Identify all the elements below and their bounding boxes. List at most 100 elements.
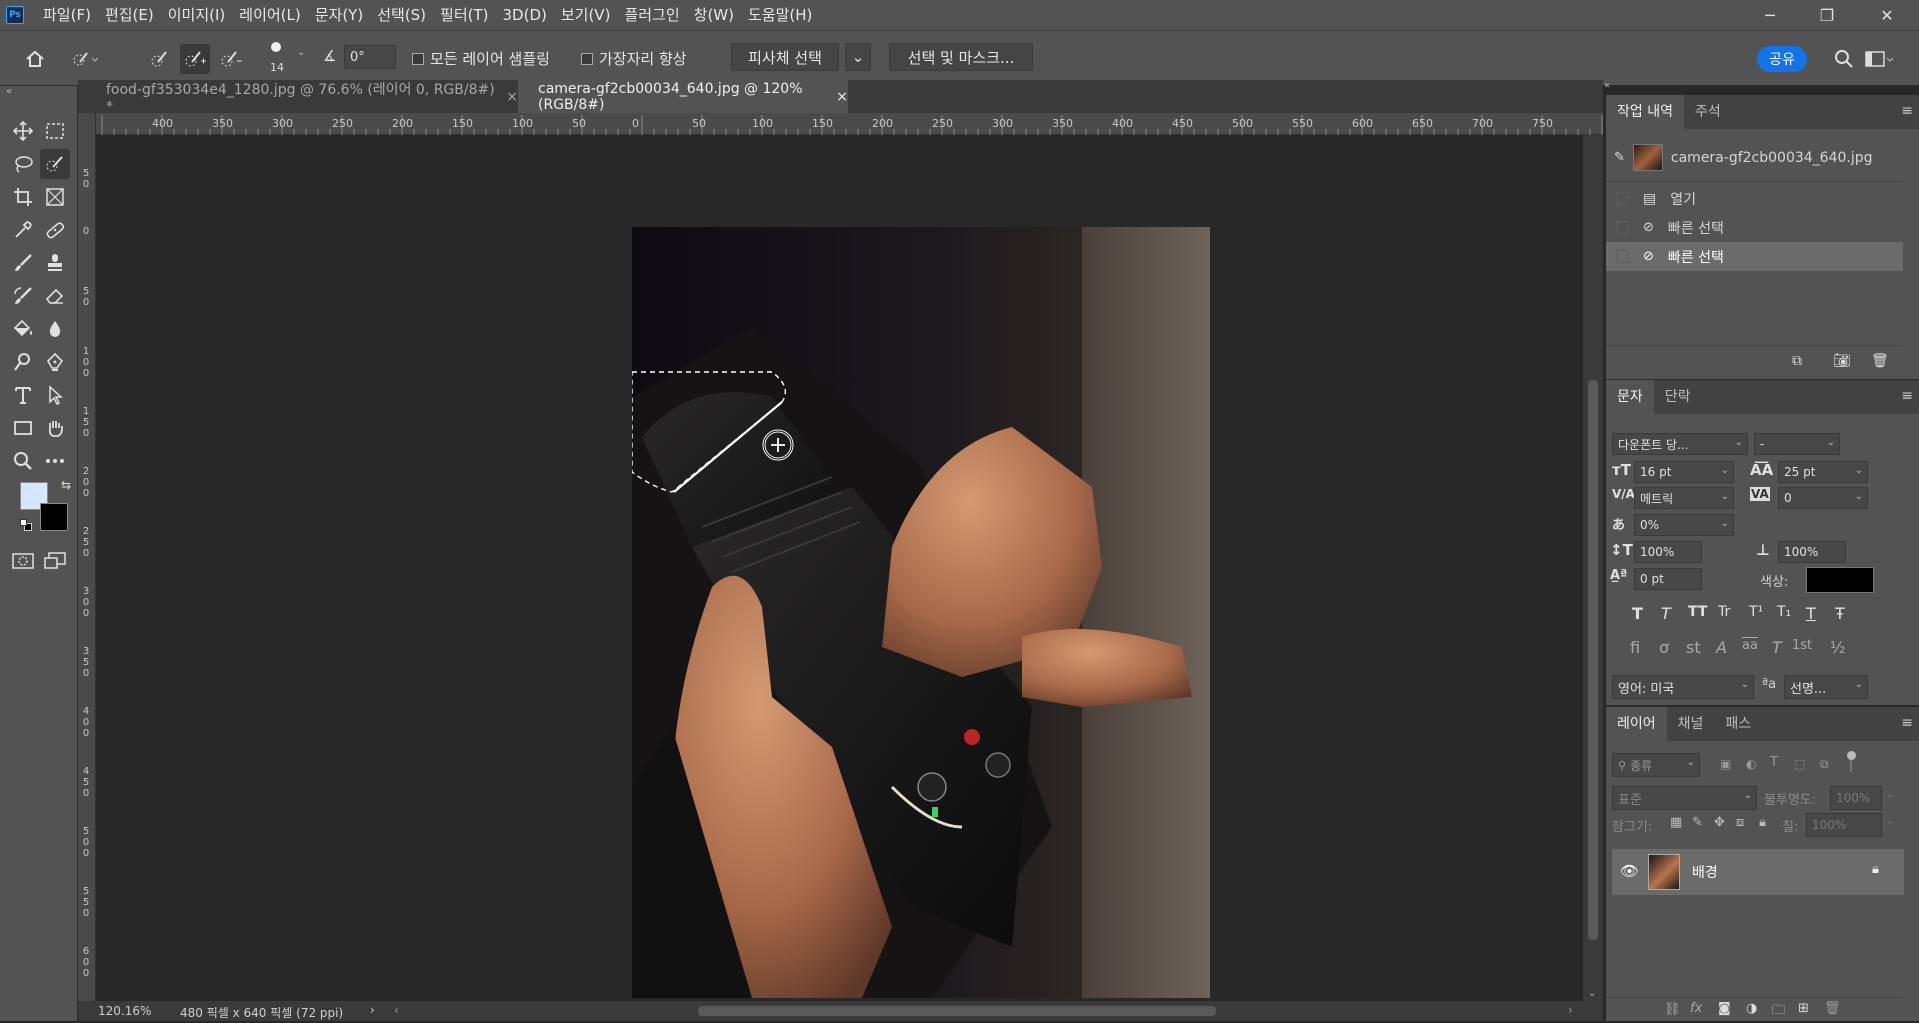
path-selection-tool-icon[interactable]: [40, 380, 70, 410]
language-select[interactable]: 영어: 미국 ⌄: [1612, 675, 1754, 699]
lock-artboard-icon[interactable]: ⧈: [1736, 815, 1744, 830]
history-item-open[interactable]: ▤ 열기: [1606, 184, 1903, 213]
titling-alternates-button[interactable]: aa: [1742, 638, 1758, 653]
filter-toggle[interactable]: [1844, 751, 1858, 775]
text-color-swatch[interactable]: [1806, 567, 1874, 593]
filter-adjustment-icon[interactable]: ◐: [1746, 757, 1756, 771]
tab-notes[interactable]: 주석: [1684, 95, 1732, 129]
superscript-button[interactable]: T¹: [1749, 604, 1763, 620]
history-brush-source-box[interactable]: [1616, 192, 1629, 205]
tab-paragraph[interactable]: 단락: [1654, 380, 1702, 414]
healing-brush-tool-icon[interactable]: [40, 215, 70, 245]
link-layers-icon[interactable]: ⛓︎: [1664, 1002, 1681, 1017]
subscript-button[interactable]: T₁: [1777, 604, 1791, 620]
filter-type-icon[interactable]: T: [1770, 755, 1778, 770]
more-tools-icon[interactable]: [40, 446, 70, 476]
close-window-button[interactable]: ✕: [1864, 0, 1910, 30]
fill-input[interactable]: 100%: [1806, 813, 1882, 837]
move-tool-icon[interactable]: [8, 116, 38, 146]
paint-bucket-tool-icon[interactable]: [8, 314, 38, 344]
frame-tool-icon[interactable]: [40, 182, 70, 212]
menu-image[interactable]: 이미지(I): [161, 0, 233, 30]
tab-paths[interactable]: 패스: [1714, 707, 1762, 741]
menu-filter[interactable]: 필터(T): [433, 0, 495, 30]
canvas-area[interactable]: [96, 135, 1583, 1001]
eyedropper-tool-icon[interactable]: [8, 215, 38, 245]
quick-selection-preset-icon[interactable]: [70, 44, 100, 74]
menu-view[interactable]: 보기(V): [554, 0, 618, 30]
lock-icon[interactable]: 🔒︎: [1872, 862, 1879, 877]
underline-button[interactable]: T: [1806, 604, 1816, 623]
restore-button[interactable]: ❐: [1804, 0, 1850, 30]
vertical-scrollbar[interactable]: ⌄: [1583, 135, 1603, 1001]
select-subject-dropdown[interactable]: ⌄: [845, 43, 871, 71]
trash-icon[interactable]: 🗑︎: [1871, 353, 1889, 369]
document-info[interactable]: 480 픽셀 x 640 픽셀 (72 ppi): [180, 1004, 343, 1021]
new-selection-icon[interactable]: [146, 44, 176, 74]
all-caps-button[interactable]: TT: [1688, 604, 1707, 620]
brush-tool-icon[interactable]: [8, 248, 38, 278]
add-to-selection-icon[interactable]: [180, 44, 210, 74]
chevron-right-icon[interactable]: ›: [370, 1003, 375, 1017]
history-item-quick-select-2[interactable]: ⊘ 빠른 선택: [1606, 242, 1903, 271]
crop-tool-icon[interactable]: [8, 182, 38, 212]
ordinal-button[interactable]: 1st: [1792, 638, 1812, 653]
font-style-select[interactable]: - ⌄: [1754, 433, 1840, 455]
document-image[interactable]: [632, 227, 1210, 998]
dodge-tool-icon[interactable]: [8, 347, 38, 377]
new-document-from-state-icon[interactable]: ⧉: [1792, 353, 1802, 369]
angle-input[interactable]: 0°: [344, 45, 396, 69]
panel-menu-icon[interactable]: ≡: [1901, 388, 1913, 404]
tracking-select[interactable]: 0 ⌄: [1778, 487, 1868, 509]
rectangle-tool-icon[interactable]: [8, 413, 38, 443]
tab-character[interactable]: 문자: [1606, 380, 1654, 414]
menu-3d[interactable]: 3D(D): [496, 0, 554, 30]
menu-edit[interactable]: 편집(E): [98, 0, 161, 30]
select-subject-button[interactable]: 피사체 선택: [731, 43, 839, 71]
eraser-tool-icon[interactable]: [40, 281, 70, 311]
layer-row-background[interactable]: 👁︎ 배경 🔒︎: [1612, 849, 1904, 895]
tab-layers[interactable]: 레이어: [1606, 707, 1667, 741]
collapse-icon[interactable]: «: [6, 86, 12, 97]
menu-select[interactable]: 선택(S): [370, 0, 433, 30]
select-and-mask-button[interactable]: 선택 및 마스크...: [889, 43, 1033, 71]
menu-file[interactable]: 파일(F): [36, 0, 98, 30]
faux-italic-button[interactable]: T: [1661, 604, 1671, 623]
expand-panels-icon[interactable]: «: [1604, 80, 1610, 91]
eye-icon[interactable]: 👁︎: [1620, 862, 1639, 880]
subtract-from-selection-icon[interactable]: [216, 44, 246, 74]
tab-history[interactable]: 작업 내역: [1606, 95, 1684, 129]
opacity-input[interactable]: 100%: [1830, 786, 1882, 810]
folder-icon[interactable]: 🗀︎: [1772, 1001, 1785, 1023]
chevron-down-icon[interactable]: ⌄: [1886, 816, 1894, 827]
swash-button[interactable]: st: [1686, 638, 1701, 657]
lock-all-icon[interactable]: 🔒︎: [1759, 815, 1766, 830]
scroll-right-icon[interactable]: ›: [1568, 1003, 1573, 1017]
stamp-tool-icon[interactable]: [40, 248, 70, 278]
tsume-select[interactable]: 0% ⌄: [1634, 514, 1734, 536]
home-icon[interactable]: [20, 44, 50, 74]
lasso-tool-icon[interactable]: [8, 149, 38, 179]
scroll-down-icon[interactable]: ⌄: [1588, 988, 1596, 999]
trash-icon[interactable]: 🗑︎: [1824, 1001, 1841, 1016]
tab-camera[interactable]: camera-gf2cb00034_640.jpg @ 120% (RGB/8#…: [518, 80, 848, 113]
default-colors-icon[interactable]: [20, 519, 32, 531]
menu-plugins[interactable]: 플러그인: [617, 0, 686, 30]
panel-menu-icon[interactable]: ≡: [1901, 103, 1913, 119]
chevron-down-icon[interactable]: ⌄: [297, 47, 305, 58]
antialias-select[interactable]: 선명... ⌄: [1784, 675, 1868, 699]
old-style-button[interactable]: ơ: [1659, 638, 1669, 657]
blend-mode-select[interactable]: 표준 ⌄: [1612, 786, 1757, 810]
tab-food[interactable]: food-gf353034e4_1280.jpg @ 76.6% (레이어 0,…: [78, 80, 518, 115]
history-brush-source-icon[interactable]: ✎: [1614, 150, 1625, 165]
swap-colors-icon[interactable]: ⇆: [61, 478, 71, 492]
horizontal-scroll-thumb[interactable]: [698, 1006, 1216, 1016]
search-icon[interactable]: [1829, 44, 1859, 74]
history-snapshot[interactable]: ✎ camera-gf2cb00034_640.jpg: [1606, 143, 1903, 172]
share-button[interactable]: 공유: [1757, 46, 1807, 72]
font-size-input[interactable]: 16 pt ⌄: [1634, 461, 1734, 483]
camera-icon[interactable]: 📷︎: [1833, 353, 1851, 369]
menu-window[interactable]: 창(W): [687, 0, 741, 30]
ordinals-button[interactable]: T: [1772, 638, 1782, 657]
scroll-thumb[interactable]: [1588, 380, 1598, 940]
